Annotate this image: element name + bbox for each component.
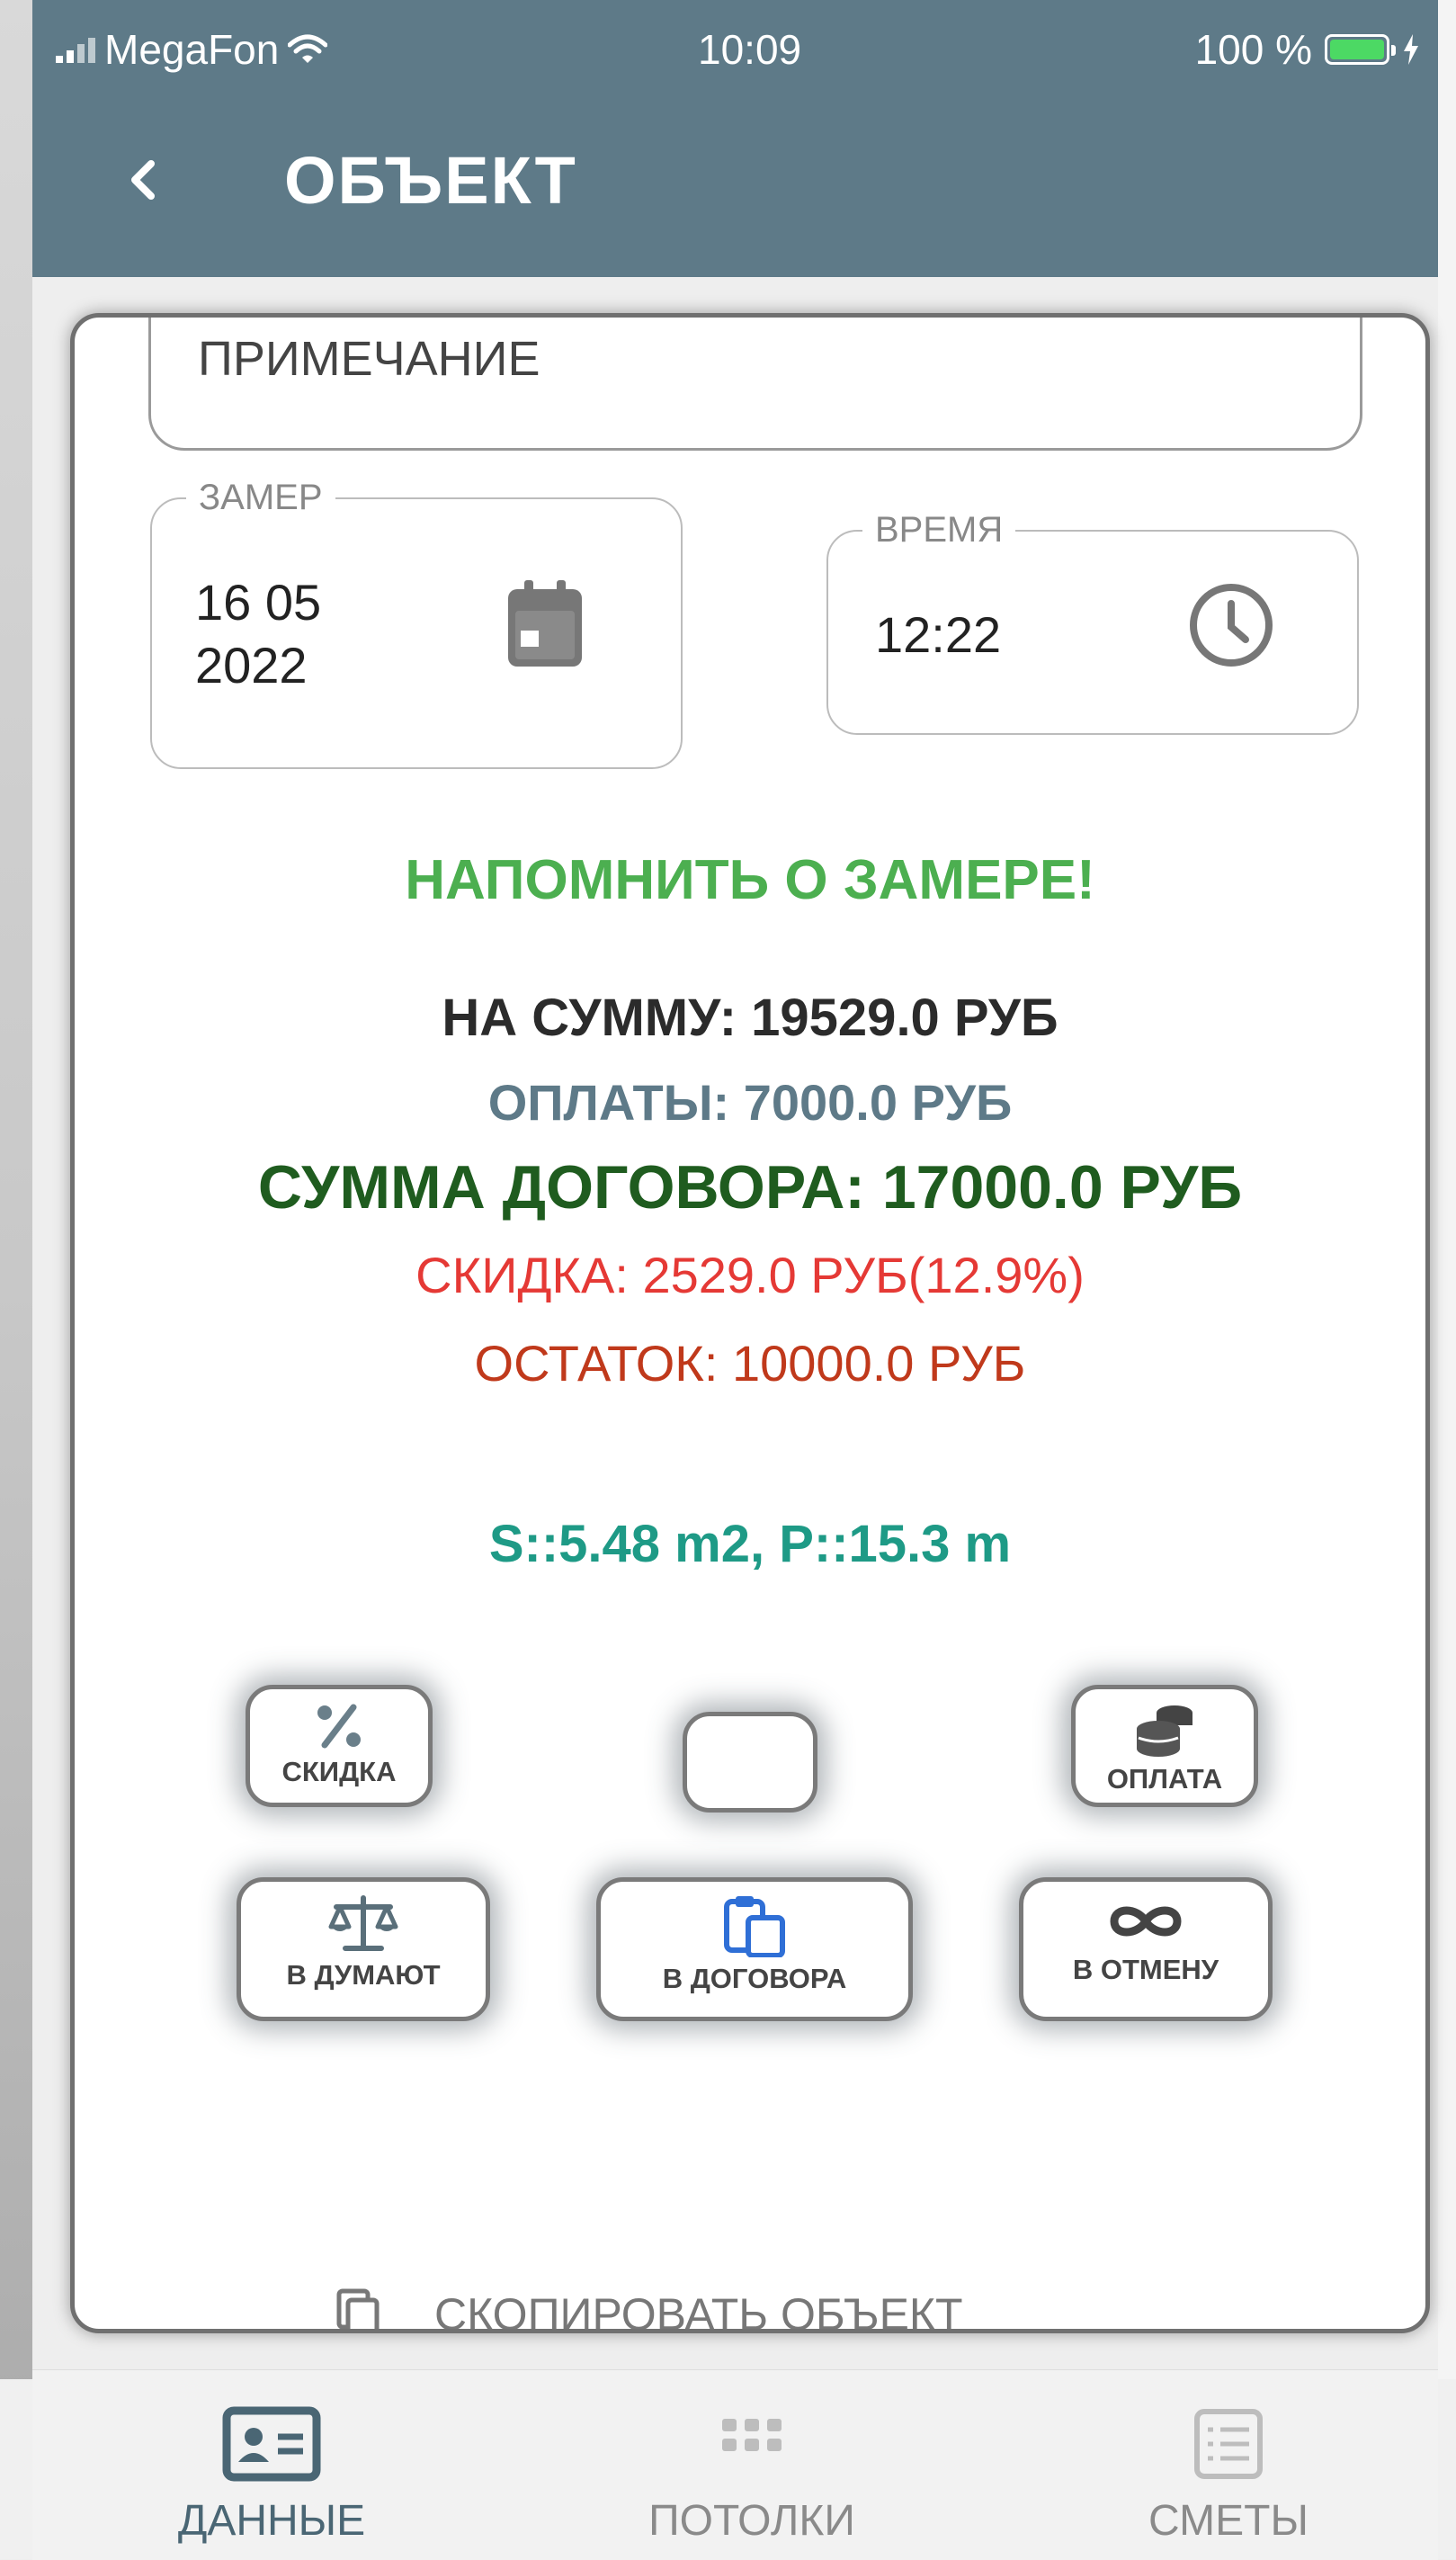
copy-icon bbox=[336, 2288, 380, 2329]
payments-total: ОПЛАТЫ: 7000.0 РУБ bbox=[487, 1074, 1013, 1131]
scales-icon bbox=[328, 1895, 398, 1951]
copy-object-label: СКОПИРОВАТЬ ОБЪЕКТ bbox=[434, 2289, 963, 2333]
tab-estimates-label: СМЕТЫ bbox=[1148, 2497, 1309, 2545]
to-cancel-button-label: В ОТМЕНУ bbox=[1072, 1954, 1219, 1985]
carrier-name: MegaFon bbox=[104, 26, 280, 73]
status-battery: 100 % bbox=[1195, 25, 1420, 74]
clipboard-copy-icon bbox=[724, 1896, 785, 1957]
infinity-icon bbox=[1110, 1906, 1182, 1937]
to-thinking-button-label: В ДУМАЮТ bbox=[286, 1959, 441, 1991]
measure-date-value: 16 05 2022 bbox=[195, 574, 322, 694]
tab-data-label: ДАННЫЕ bbox=[177, 2497, 366, 2545]
tab-estimates[interactable]: СМЕТЫ bbox=[1094, 2406, 1363, 2546]
back-arrow-icon[interactable] bbox=[113, 144, 167, 216]
signal-icon bbox=[56, 36, 95, 63]
to-thinking-button[interactable]: В ДУМАЮТ bbox=[237, 1877, 490, 2021]
measure-date-field[interactable]: ЗАМЕР 16 05 2022 bbox=[150, 478, 683, 769]
tab-data[interactable]: ДАННЫЕ bbox=[137, 2406, 406, 2546]
area-perimeter: S::5.48 m2, P::15.3 m bbox=[488, 1515, 1012, 1573]
clock-icon[interactable] bbox=[1186, 580, 1276, 670]
background-right bbox=[1438, 0, 1456, 2559]
copy-object-button[interactable]: СКОПИРОВАТЬ ОБЪЕКТ bbox=[335, 2287, 963, 2333]
battery-icon bbox=[1325, 34, 1396, 65]
remaining-amount: ОСТАТОК: 10000.0 РУБ bbox=[474, 1335, 1026, 1392]
measure-date-label: ЗАМЕР bbox=[186, 478, 335, 518]
payment-button-label: ОПЛАТА bbox=[1106, 1763, 1223, 1795]
coins-icon bbox=[1137, 1705, 1192, 1757]
note-field[interactable]: ПРИМЕЧАНИЕ bbox=[148, 318, 1362, 451]
background-left bbox=[0, 0, 32, 2559]
charging-icon bbox=[1404, 34, 1418, 65]
to-contracts-button[interactable]: В ДОГОВОРА bbox=[596, 1877, 913, 2021]
measure-time-value: 12:22 bbox=[875, 606, 1002, 663]
note-label: ПРИМЕЧАНИЕ bbox=[198, 332, 540, 386]
discount-button[interactable]: СКИДКА bbox=[246, 1685, 433, 1807]
discount-button-label: СКИДКА bbox=[281, 1756, 397, 1787]
status-carrier: MegaFon bbox=[56, 25, 328, 74]
battery-percent: 100 % bbox=[1194, 26, 1312, 73]
wifi-icon bbox=[288, 34, 328, 63]
to-contracts-button-label: В ДОГОВОРА bbox=[662, 1963, 847, 1994]
status-time: 10:09 bbox=[698, 26, 802, 73]
bottom-tab-bar: ДАННЫЕ ПОТОЛКИ СМЕТЫ bbox=[32, 2369, 1438, 2560]
measure-time-label: ВРЕМЯ bbox=[862, 510, 1016, 550]
percent-icon bbox=[317, 1704, 361, 1749]
tab-ceilings-label: ПОТОЛКИ bbox=[648, 2497, 855, 2545]
list-icon bbox=[1194, 2409, 1263, 2479]
total-sum: НА СУММУ: 19529.0 РУБ bbox=[442, 989, 1059, 1047]
object-card: ПРИМЕЧАНИЕ ЗАМЕР 16 05 2022 ВРЕМЯ 12:22 … bbox=[70, 313, 1430, 2333]
blank-action-button[interactable] bbox=[683, 1712, 817, 1813]
grid-icon bbox=[722, 2419, 782, 2451]
contact-card-icon bbox=[222, 2406, 321, 2482]
tab-ceilings[interactable]: ПОТОЛКИ bbox=[617, 2406, 887, 2546]
payment-button[interactable]: ОПЛАТА bbox=[1071, 1685, 1258, 1807]
discount-amount: СКИДКА: 2529.0 РУБ(12.9%) bbox=[415, 1247, 1085, 1303]
contract-sum: СУММА ДОГОВОРА: 17000.0 РУБ bbox=[257, 1153, 1243, 1222]
remind-measure-link[interactable]: НАПОМНИТЬ О ЗАМЕРЕ! bbox=[75, 848, 1425, 912]
to-cancel-button[interactable]: В ОТМЕНУ bbox=[1019, 1877, 1273, 2021]
app-header: MegaFon 10:09 100 % ОБЪЕКТ bbox=[32, 0, 1438, 277]
page-title: ОБЪЕКТ bbox=[284, 143, 577, 218]
calendar-icon[interactable] bbox=[508, 580, 582, 667]
measure-time-field[interactable]: ВРЕМЯ 12:22 bbox=[826, 510, 1359, 735]
